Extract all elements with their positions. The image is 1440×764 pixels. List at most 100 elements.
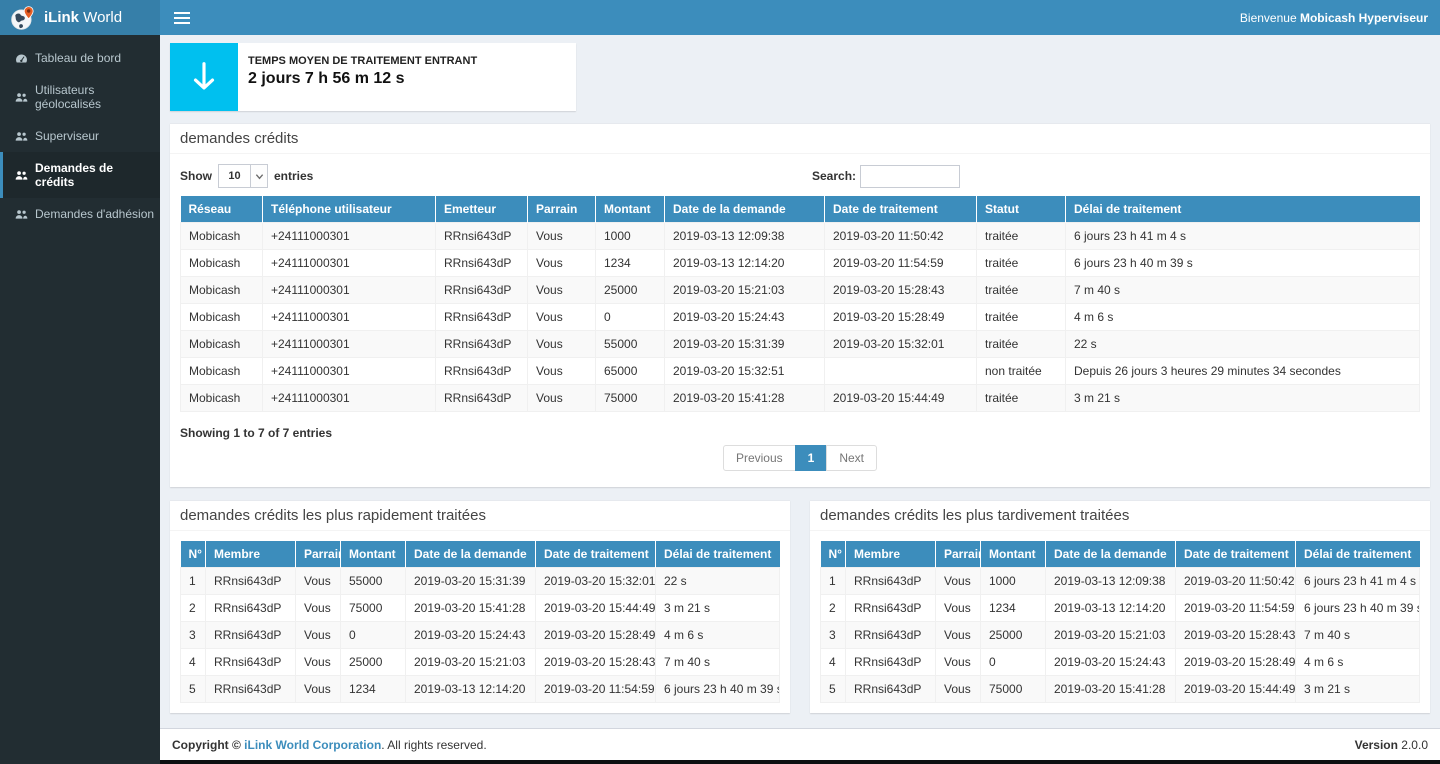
cell: 7 m 40 s	[1066, 277, 1420, 304]
version-text: Version 2.0.0	[1355, 738, 1428, 752]
dashboard-icon	[15, 52, 28, 65]
column-header[interactable]: Réseau	[181, 196, 263, 223]
table-row: 3RRnsi643dPVous02019-03-20 15:24:432019-…	[181, 622, 780, 649]
hamburger-icon	[174, 12, 190, 14]
welcome-text: Bienvenue Mobicash Hyperviseur	[1240, 11, 1440, 25]
cell: 65000	[596, 358, 665, 385]
stat-label: TEMPS MOYEN DE TRAITEMENT ENTRANT	[248, 55, 477, 67]
column-header[interactable]: Date de la demande	[665, 196, 825, 223]
cell: 5	[821, 676, 846, 703]
cell: 2019-03-20 15:32:01	[825, 331, 977, 358]
cell: 2019-03-13 12:09:38	[1046, 568, 1176, 595]
cell: 25000	[981, 622, 1046, 649]
cell: 1	[821, 568, 846, 595]
cell: 4 m 6 s	[1296, 649, 1420, 676]
cell: 2019-03-20 15:28:43	[536, 649, 656, 676]
table-row: Mobicash+24111000301RRnsi643dPVous550002…	[181, 331, 1420, 358]
column-header[interactable]: Date de la demande	[1046, 541, 1176, 568]
copyright-text: Copyright © iLink World Corporation. All…	[172, 738, 487, 752]
next-page-button[interactable]: Next	[826, 445, 877, 471]
column-header[interactable]: Date de traitement	[825, 196, 977, 223]
column-header[interactable]: Délai de traitement	[1296, 541, 1420, 568]
cell	[825, 358, 977, 385]
sidebar-item-label: Superviseur	[35, 129, 99, 143]
cell: 2019-03-20 15:28:43	[825, 277, 977, 304]
cell: 2019-03-20 15:28:49	[1176, 649, 1296, 676]
cell: 4 m 6 s	[656, 622, 780, 649]
cell: 2019-03-20 15:44:49	[825, 385, 977, 412]
column-header[interactable]: Montant	[341, 541, 406, 568]
cell: 4	[821, 649, 846, 676]
sidebar-item-credit-requests[interactable]: Demandes de crédits	[0, 152, 160, 198]
cell: traitée	[977, 277, 1066, 304]
cell: 2019-03-20 11:54:59	[1176, 595, 1296, 622]
column-header[interactable]: N°	[181, 541, 206, 568]
column-header[interactable]: Montant	[596, 196, 665, 223]
column-header[interactable]: Parrain	[296, 541, 341, 568]
cell: Depuis 26 jours 3 heures 29 minutes 34 s…	[1066, 358, 1420, 385]
cell: RRnsi643dP	[846, 649, 936, 676]
page-length-control: Show 10 entries	[180, 164, 800, 188]
column-header[interactable]: Parrain	[936, 541, 981, 568]
page-1-button[interactable]: 1	[795, 445, 828, 471]
column-header[interactable]: Date de traitement	[536, 541, 656, 568]
cell: 2019-03-20 15:28:49	[825, 304, 977, 331]
table-header-row: RéseauTéléphone utilisateurEmetteurParra…	[181, 196, 1420, 223]
fastest-processed-panel: demandes crédits les plus rapidement tra…	[170, 500, 790, 713]
cell: 2019-03-20 15:41:28	[406, 595, 536, 622]
sidebar-item-membership-requests[interactable]: Demandes d'adhésion	[0, 198, 160, 230]
cell: 2019-03-20 15:24:43	[406, 622, 536, 649]
cell: Mobicash	[181, 385, 263, 412]
show-label: Show	[180, 169, 212, 183]
page-length-select[interactable]: 10	[218, 164, 268, 188]
previous-page-button[interactable]: Previous	[723, 445, 796, 471]
credit-requests-panel: demandes crédits Show 10 entries Search:	[170, 123, 1430, 487]
column-header[interactable]: Membre	[846, 541, 936, 568]
table-row: 5RRnsi643dPVous750002019-03-20 15:41:282…	[821, 676, 1420, 703]
sidebar-item-supervisor[interactable]: Superviseur	[0, 120, 160, 152]
table-row: 4RRnsi643dPVous02019-03-20 15:24:432019-…	[821, 649, 1420, 676]
column-header[interactable]: Délai de traitement	[1066, 196, 1420, 223]
cell: RRnsi643dP	[846, 568, 936, 595]
cell: +24111000301	[263, 331, 436, 358]
cell: RRnsi643dP	[206, 622, 296, 649]
cell: 2	[821, 595, 846, 622]
cell: 1000	[981, 568, 1046, 595]
column-header[interactable]: Statut	[977, 196, 1066, 223]
cell: Mobicash	[181, 277, 263, 304]
sidebar-item-geolocated-users[interactable]: Utilisateurs géolocalisés	[0, 74, 160, 120]
cell: 2019-03-20 15:44:49	[1176, 676, 1296, 703]
brand-logo[interactable]: iLink World	[0, 0, 160, 35]
table-row: 2RRnsi643dPVous12342019-03-13 12:14:2020…	[821, 595, 1420, 622]
sidebar-toggle-button[interactable]	[160, 0, 204, 35]
company-link[interactable]: iLink World Corporation	[244, 738, 381, 752]
column-header[interactable]: Emetteur	[436, 196, 528, 223]
cell: 0	[981, 649, 1046, 676]
cell: 2019-03-20 15:21:03	[1046, 622, 1176, 649]
cell: 22 s	[1066, 331, 1420, 358]
cell: 2019-03-20 11:50:42	[825, 223, 977, 250]
search-label: Search:	[812, 169, 856, 183]
cell: RRnsi643dP	[436, 304, 528, 331]
cell: RRnsi643dP	[206, 568, 296, 595]
cell: 2019-03-20 15:24:43	[1046, 649, 1176, 676]
column-header[interactable]: Date de traitement	[1176, 541, 1296, 568]
cell: Vous	[936, 568, 981, 595]
column-header[interactable]: Montant	[981, 541, 1046, 568]
search-input[interactable]	[860, 165, 960, 188]
cell: RRnsi643dP	[846, 595, 936, 622]
top-navbar: Bienvenue Mobicash Hyperviseur	[160, 0, 1440, 35]
cell: Mobicash	[181, 250, 263, 277]
column-header[interactable]: Parrain	[528, 196, 596, 223]
column-header[interactable]: Délai de traitement	[656, 541, 780, 568]
cell: 2019-03-20 15:41:28	[665, 385, 825, 412]
column-header[interactable]: N°	[821, 541, 846, 568]
column-header[interactable]: Date de la demande	[406, 541, 536, 568]
sidebar-item-dashboard[interactable]: Tableau de bord	[0, 42, 160, 74]
column-header[interactable]: Téléphone utilisateur	[263, 196, 436, 223]
table-info: Showing 1 to 7 of 7 entries	[180, 426, 1420, 440]
column-header[interactable]: Membre	[206, 541, 296, 568]
cell: +24111000301	[263, 385, 436, 412]
cell: 2019-03-20 15:32:51	[665, 358, 825, 385]
cell: RRnsi643dP	[206, 649, 296, 676]
